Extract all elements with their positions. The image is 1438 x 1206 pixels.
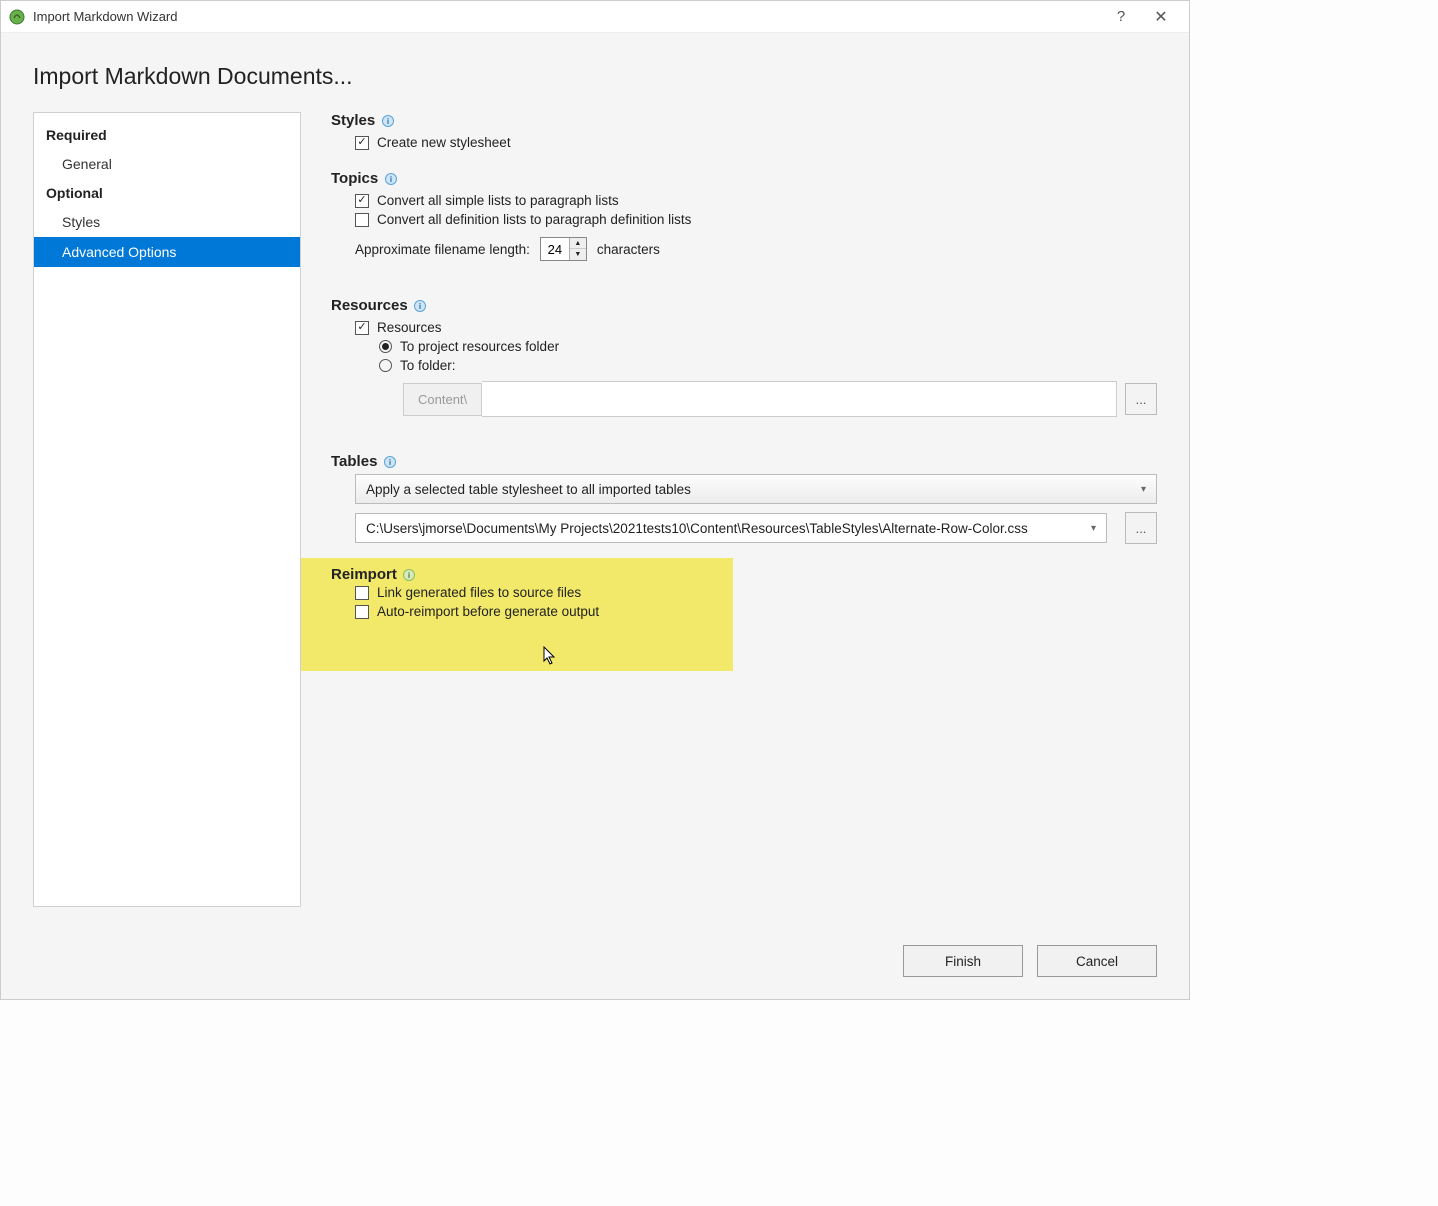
sidebar-heading-optional: Optional xyxy=(34,179,300,207)
svg-text:i: i xyxy=(419,302,421,311)
convert-definition-lists-checkbox[interactable] xyxy=(355,213,369,227)
sidebar-item-advanced-options[interactable]: Advanced Options xyxy=(34,237,300,267)
table-stylesheet-combobox[interactable]: C:\Users\jmorse\Documents\My Projects\20… xyxy=(355,513,1107,543)
cursor-icon xyxy=(543,646,559,666)
link-files-label: Link generated files to source files xyxy=(377,585,581,600)
titlebar: Import Markdown Wizard ? ✕ xyxy=(1,1,1189,33)
tables-heading-label: Tables xyxy=(331,453,377,470)
convert-definition-lists-label: Convert all definition lists to paragrap… xyxy=(377,212,691,227)
characters-label: characters xyxy=(597,242,660,257)
info-icon[interactable]: i xyxy=(384,172,397,185)
auto-reimport-checkbox[interactable] xyxy=(355,605,369,619)
topics-heading-label: Topics xyxy=(331,170,378,187)
info-icon[interactable]: i xyxy=(383,455,396,468)
to-folder-radio[interactable] xyxy=(379,359,392,372)
svg-text:i: i xyxy=(389,458,391,467)
topics-heading: Topics i xyxy=(331,170,1157,187)
reimport-heading-label: Reimport xyxy=(331,566,397,583)
info-icon[interactable]: i xyxy=(403,568,416,581)
cancel-button[interactable]: Cancel xyxy=(1037,945,1157,977)
filename-length-spinner[interactable]: ▲ ▼ xyxy=(540,237,587,261)
folder-input[interactable] xyxy=(482,381,1117,417)
finish-button[interactable]: Finish xyxy=(903,945,1023,977)
browse-folder-button[interactable]: ... xyxy=(1125,383,1157,415)
resources-label: Resources xyxy=(377,320,442,335)
app-icon xyxy=(9,9,25,25)
to-project-radio[interactable] xyxy=(379,340,392,353)
spinner-down-button[interactable]: ▼ xyxy=(570,249,586,260)
to-project-label: To project resources folder xyxy=(400,339,559,354)
svg-text:i: i xyxy=(408,571,410,580)
filename-length-label: Approximate filename length: xyxy=(355,242,530,257)
create-stylesheet-label: Create new stylesheet xyxy=(377,135,511,150)
styles-heading-label: Styles xyxy=(331,112,375,129)
table-stylesheet-path: C:\Users\jmorse\Documents\My Projects\20… xyxy=(366,521,1091,536)
reimport-heading: Reimport i xyxy=(331,566,733,583)
info-icon[interactable]: i xyxy=(414,299,427,312)
help-button[interactable]: ? xyxy=(1101,3,1141,31)
convert-simple-lists-label: Convert all simple lists to paragraph li… xyxy=(377,193,619,208)
chevron-down-icon: ▾ xyxy=(1091,523,1096,534)
close-button[interactable]: ✕ xyxy=(1141,3,1181,31)
sidebar-item-general[interactable]: General xyxy=(34,149,300,179)
auto-reimport-label: Auto-reimport before generate output xyxy=(377,604,599,619)
page-title: Import Markdown Documents... xyxy=(33,63,1157,90)
spinner-up-button[interactable]: ▲ xyxy=(570,238,586,249)
filename-length-input[interactable] xyxy=(541,242,569,257)
sidebar-heading-required: Required xyxy=(34,121,300,149)
wizard-window: Import Markdown Wizard ? ✕ Import Markdo… xyxy=(0,0,1190,1000)
resources-heading: Resources i xyxy=(331,297,1157,314)
resources-checkbox[interactable] xyxy=(355,321,369,335)
chevron-down-icon: ▾ xyxy=(1141,484,1146,495)
table-mode-combobox[interactable]: Apply a selected table stylesheet to all… xyxy=(355,474,1157,504)
browse-stylesheet-button[interactable]: ... xyxy=(1125,512,1157,544)
folder-prefix: Content\ xyxy=(403,383,482,416)
sidebar: Required General Optional Styles Advance… xyxy=(33,112,301,907)
resources-heading-label: Resources xyxy=(331,297,408,314)
create-stylesheet-checkbox[interactable] xyxy=(355,136,369,150)
table-mode-text: Apply a selected table stylesheet to all… xyxy=(366,482,1141,497)
reimport-highlight: Reimport i Link generated files to sourc… xyxy=(301,558,733,671)
convert-simple-lists-checkbox[interactable] xyxy=(355,194,369,208)
footer-buttons: Finish Cancel xyxy=(903,945,1157,977)
svg-text:i: i xyxy=(390,175,392,184)
main-panel: Styles i Create new stylesheet Topics i … xyxy=(331,112,1157,907)
svg-text:i: i xyxy=(387,117,389,126)
tables-heading: Tables i xyxy=(331,453,1157,470)
window-title: Import Markdown Wizard xyxy=(33,9,1101,24)
sidebar-item-styles[interactable]: Styles xyxy=(34,207,300,237)
styles-heading: Styles i xyxy=(331,112,1157,129)
link-files-checkbox[interactable] xyxy=(355,586,369,600)
page-body: Import Markdown Documents... Required Ge… xyxy=(1,33,1189,999)
to-folder-label: To folder: xyxy=(400,358,456,373)
info-icon[interactable]: i xyxy=(381,114,394,127)
